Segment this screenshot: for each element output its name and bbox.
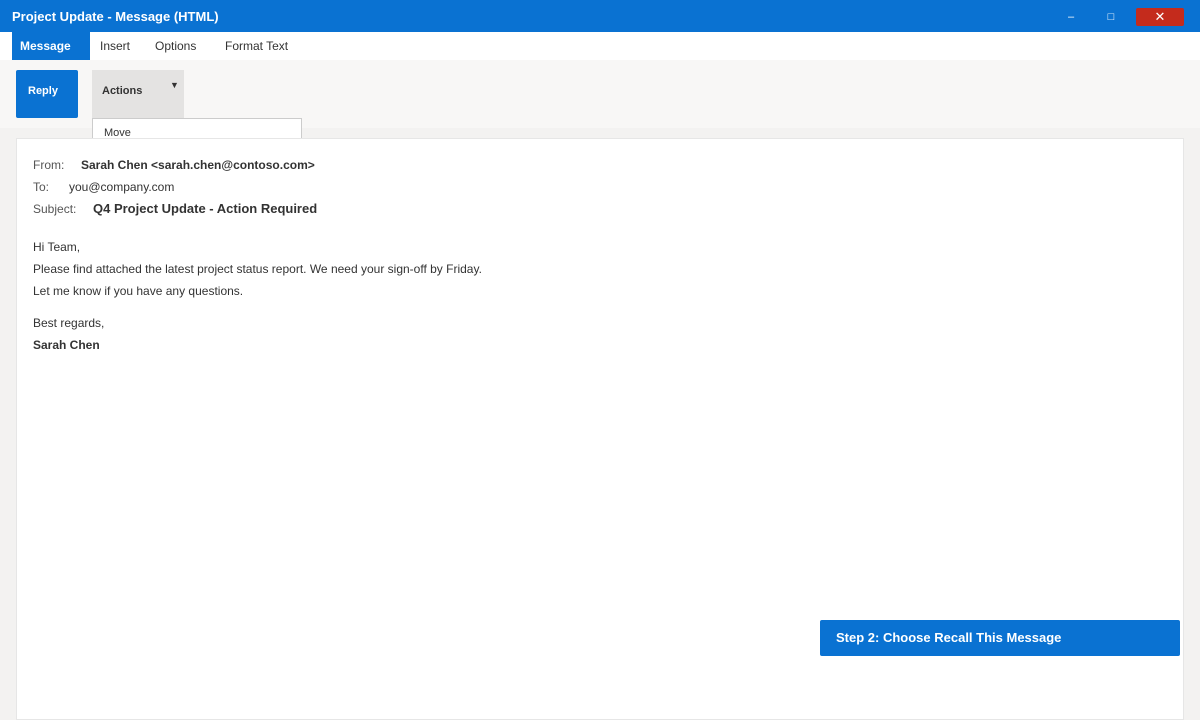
- body-closing: Best regards,: [33, 316, 105, 330]
- body-line: Let me know if you have any questions.: [33, 284, 244, 298]
- reply-button[interactable]: Reply: [16, 70, 78, 118]
- body-line: Please find attached the latest project …: [33, 262, 482, 276]
- caret-down-icon: ▼: [170, 80, 179, 90]
- menu-item-move[interactable]: Move: [104, 127, 131, 138]
- subject-value: Q4 Project Update - Action Required: [93, 201, 318, 216]
- window-title: Project Update - Message (HTML): [12, 9, 219, 24]
- subject-label: Subject:: [33, 202, 77, 216]
- ribbon-tabs: Message Insert Options Format Text: [0, 32, 1200, 60]
- maximize-icon[interactable]: □: [1087, 8, 1135, 26]
- body-signature: Sarah Chen: [33, 338, 100, 352]
- tab-options[interactable]: Options: [155, 32, 196, 60]
- body-greeting: Hi Team,: [33, 240, 81, 254]
- tab-insert[interactable]: Insert: [100, 32, 130, 60]
- to-value[interactable]: you@company.com: [69, 180, 174, 194]
- reply-button-label: Reply: [28, 85, 58, 97]
- to-label: To:: [33, 180, 50, 194]
- title-bar: Project Update - Message (HTML) – □ ✕: [0, 0, 1200, 32]
- tab-message[interactable]: Message: [12, 32, 90, 60]
- actions-button-label: Actions: [102, 85, 143, 97]
- actions-dropdown-menu: Move: [92, 118, 302, 138]
- tab-format-text[interactable]: Format Text: [225, 32, 288, 60]
- close-icon[interactable]: ✕: [1136, 8, 1184, 26]
- actions-dropdown-button[interactable]: Actions ▼: [92, 70, 184, 118]
- step-instruction-banner: Step 2: Choose Recall This Message: [820, 620, 1180, 656]
- from-value[interactable]: Sarah Chen <sarah.chen@contoso.com>: [81, 158, 315, 172]
- from-label: From:: [33, 158, 65, 172]
